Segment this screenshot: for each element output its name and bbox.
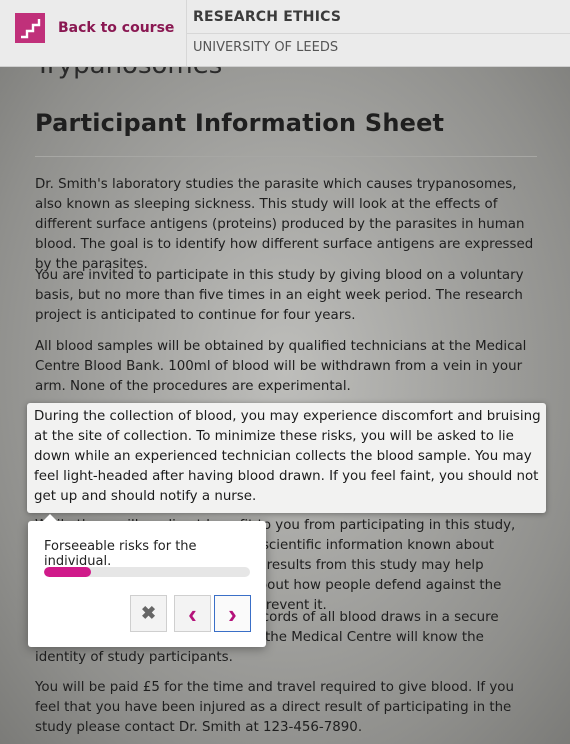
paragraph-payment: You will be paid £5 for the time and tra… (35, 680, 514, 735)
back-to-course-link[interactable]: Back to course (58, 20, 174, 36)
institution-name: UNIVERSITY OF LEEDS (193, 40, 339, 55)
popover-arrow (42, 514, 58, 522)
paragraph-procedure: All blood samples will be obtained by qu… (35, 339, 527, 394)
chevron-right-icon: › (228, 598, 237, 629)
tour-progress-bar (44, 567, 250, 577)
paragraph-invitation: You are invited to participate in this s… (35, 268, 524, 323)
previous-step-button[interactable]: ‹ (174, 595, 211, 632)
paragraph-intro: Dr. Smith's laboratory studies the paras… (35, 177, 534, 272)
highlighted-risks-paragraph: During the collection of blood, you may … (27, 403, 546, 513)
top-bar: Back to course RESEARCH ETHICS UNIVERSIT… (0, 0, 570, 67)
chevron-left-icon: ‹ (188, 598, 197, 629)
course-logo-icon[interactable] (15, 13, 45, 43)
page-title: Participant Information Sheet (35, 109, 445, 137)
tour-step-popover: Forseeable risks for the individual. ✖ ‹… (28, 514, 266, 647)
close-tour-button[interactable]: ✖ (130, 595, 167, 632)
tour-progress-fill (44, 567, 92, 577)
risks-paragraph-text: During the collection of blood, you may … (34, 409, 541, 504)
next-step-button[interactable]: › (214, 595, 251, 632)
course-title: RESEARCH ETHICS (193, 9, 342, 25)
title-divider (35, 156, 537, 157)
close-icon: ✖ (140, 603, 157, 623)
header-divider-horizontal (187, 33, 570, 34)
tour-step-text: Forseeable risks for the individual. (44, 539, 197, 569)
